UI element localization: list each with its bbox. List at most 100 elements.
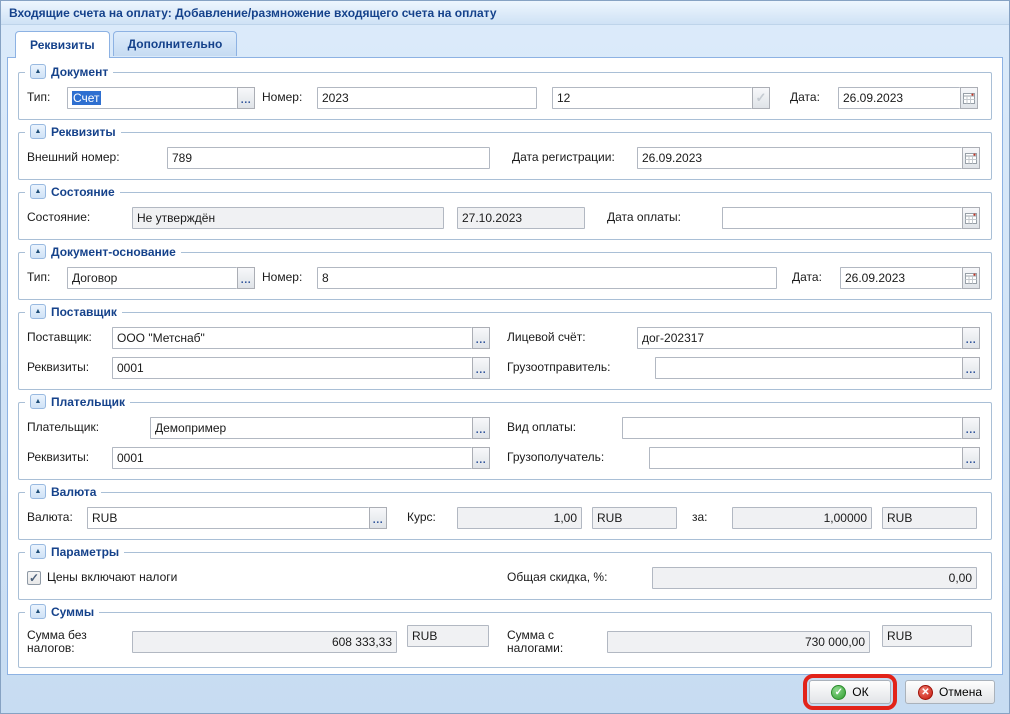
document-type-label: Тип: xyxy=(27,91,67,104)
base-date-calendar-button[interactable] xyxy=(962,267,980,289)
pay-date-combo[interactable] xyxy=(722,207,980,229)
document-type-combo[interactable]: Счет … xyxy=(67,87,255,109)
payment-type-browse-button[interactable]: … xyxy=(962,417,980,439)
reg-date-input[interactable]: 26.09.2023 xyxy=(637,147,962,169)
fieldset-requisites: ▲ Реквизиты Внешний номер: 789 Дата реги… xyxy=(18,132,992,180)
cancel-button-label: Отмена xyxy=(939,685,982,699)
ellipsis-icon: … xyxy=(475,364,487,376)
collapse-requisites-button[interactable]: ▲ xyxy=(30,124,46,139)
supplier-browse-button[interactable]: … xyxy=(472,327,490,349)
reg-date-calendar-button[interactable] xyxy=(962,147,980,169)
state-label: Состояние: xyxy=(27,211,132,224)
collapse-base-document-button[interactable]: ▲ xyxy=(30,244,46,259)
ellipsis-icon: … xyxy=(475,424,487,436)
tab-additional[interactable]: Дополнительно xyxy=(113,31,238,56)
ok-button[interactable]: ✓ ОК xyxy=(809,680,891,704)
supplier-combo[interactable]: ООО "Метснаб" … xyxy=(112,327,490,349)
fieldset-base-document-legend: Документ-основание xyxy=(51,245,176,259)
base-date-combo[interactable]: 26.09.2023 xyxy=(840,267,980,289)
collapse-icon: ▲ xyxy=(35,248,42,255)
payment-type-combo[interactable]: … xyxy=(622,417,980,439)
collapse-icon: ▲ xyxy=(35,398,42,405)
taxes-checkbox[interactable]: ✓ xyxy=(27,571,41,585)
fieldset-currency: ▲ Валюта Валюта: RUB … Курс: 1,00 RUB за… xyxy=(18,492,992,540)
collapse-currency-button[interactable]: ▲ xyxy=(30,484,46,499)
base-type-combo[interactable]: Договор … xyxy=(67,267,255,289)
payment-type-input[interactable] xyxy=(622,417,962,439)
document-number-label: Номер: xyxy=(262,91,317,104)
pay-date-calendar-button[interactable] xyxy=(962,207,980,229)
shipper-input[interactable] xyxy=(655,357,962,379)
fieldset-currency-legend: Валюта xyxy=(51,485,96,499)
state-date-input: 27.10.2023 xyxy=(457,207,585,229)
consignee-combo[interactable]: … xyxy=(649,447,980,469)
payer-browse-button[interactable]: … xyxy=(472,417,490,439)
rate-input: 1,00 xyxy=(457,507,582,529)
document-number-input[interactable]: 2023 xyxy=(317,87,537,109)
ellipsis-icon: … xyxy=(475,334,487,346)
consignee-input[interactable] xyxy=(649,447,962,469)
fieldset-document: ▲ Документ Тип: Счет … Номер: 2023 12 ✓ xyxy=(18,72,992,120)
base-type-browse-button[interactable]: … xyxy=(237,267,255,289)
collapse-document-button[interactable]: ▲ xyxy=(30,64,46,79)
supplier-requisites-browse-button[interactable]: … xyxy=(472,357,490,379)
payer-requisites-browse-button[interactable]: … xyxy=(472,447,490,469)
collapse-parameters-button[interactable]: ▲ xyxy=(30,544,46,559)
document-type-browse-button[interactable]: … xyxy=(237,87,255,109)
document-number-extra-input[interactable]: 12 xyxy=(552,87,752,109)
base-type-input[interactable]: Договор xyxy=(67,267,237,289)
account-label: Лицевой счёт: xyxy=(507,331,637,344)
collapse-state-button[interactable]: ▲ xyxy=(30,184,46,199)
base-date-input[interactable]: 26.09.2023 xyxy=(840,267,962,289)
document-type-input[interactable]: Счет xyxy=(67,87,237,109)
cancel-icon: ✕ xyxy=(918,685,933,700)
fieldset-sums-legend: Суммы xyxy=(51,605,94,619)
collapse-payer-button[interactable]: ▲ xyxy=(30,394,46,409)
reg-date-combo[interactable]: 26.09.2023 xyxy=(637,147,980,169)
supplier-requisites-input[interactable]: 0001 xyxy=(112,357,472,379)
base-number-input[interactable]: 8 xyxy=(317,267,777,289)
collapse-icon: ▲ xyxy=(35,488,42,495)
pay-date-input[interactable] xyxy=(722,207,962,229)
consignee-browse-button[interactable]: … xyxy=(962,447,980,469)
shipper-label: Грузоотправитель: xyxy=(507,361,655,374)
sum-without-input: 608 333,33 xyxy=(132,631,397,653)
document-date-combo[interactable]: 26.09.2023 xyxy=(838,87,978,109)
document-date-input[interactable]: 26.09.2023 xyxy=(838,87,960,109)
shipper-combo[interactable]: … xyxy=(655,357,980,379)
payer-requisites-combo[interactable]: 0001 … xyxy=(112,447,490,469)
currency-input[interactable]: RUB xyxy=(87,507,369,529)
payer-combo[interactable]: Демопример … xyxy=(150,417,490,439)
supplier-requisites-combo[interactable]: 0001 … xyxy=(112,357,490,379)
supplier-input[interactable]: ООО "Метснаб" xyxy=(112,327,472,349)
external-number-input[interactable]: 789 xyxy=(167,147,490,169)
per-input: 1,00000 xyxy=(732,507,872,529)
payment-type-label: Вид оплаты: xyxy=(507,421,622,434)
currency-browse-button[interactable]: … xyxy=(369,507,387,529)
document-date-calendar-button[interactable] xyxy=(960,87,978,109)
pay-date-label: Дата оплаты: xyxy=(607,211,722,224)
account-input[interactable]: дог-202317 xyxy=(637,327,962,349)
account-combo[interactable]: дог-202317 … xyxy=(637,327,980,349)
account-browse-button[interactable]: … xyxy=(962,327,980,349)
fieldset-parameters-legend: Параметры xyxy=(51,545,119,559)
payer-requisites-input[interactable]: 0001 xyxy=(112,447,472,469)
shipper-browse-button[interactable]: … xyxy=(962,357,980,379)
collapse-icon: ▲ xyxy=(35,68,42,75)
sum-with-label: Сумма с налогами: xyxy=(507,629,607,655)
fieldset-payer-legend: Плательщик xyxy=(51,395,125,409)
collapse-sums-button[interactable]: ▲ xyxy=(30,604,46,619)
cancel-button[interactable]: ✕ Отмена xyxy=(905,680,995,704)
payer-input[interactable]: Демопример xyxy=(150,417,472,439)
external-number-label: Внешний номер: xyxy=(27,151,167,164)
tab-requisites[interactable]: Реквизиты xyxy=(15,31,110,58)
fieldset-parameters: ▲ Параметры ✓ Цены включают налоги Общая… xyxy=(18,552,992,600)
currency-combo[interactable]: RUB … xyxy=(87,507,387,529)
discount-label: Общая скидка, %: xyxy=(507,571,652,584)
fieldset-base-document: ▲ Документ-основание Тип: Договор … Номе… xyxy=(18,252,992,300)
ellipsis-icon: … xyxy=(965,334,977,346)
document-number-extra-combo[interactable]: 12 ✓ xyxy=(552,87,770,109)
collapse-supplier-button[interactable]: ▲ xyxy=(30,304,46,319)
ellipsis-icon: … xyxy=(965,424,977,436)
currency-label: Валюта: xyxy=(27,511,87,524)
